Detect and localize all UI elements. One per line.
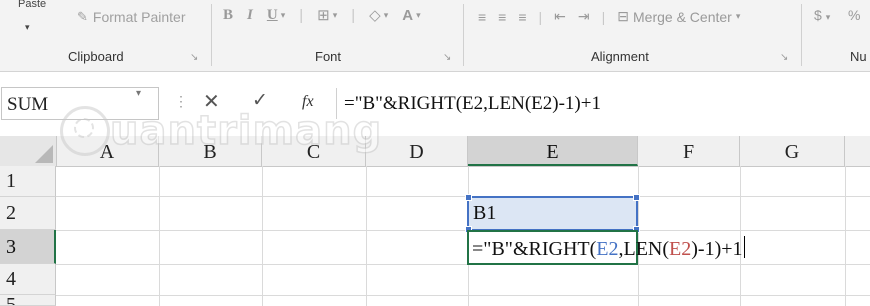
gridline [56, 230, 870, 231]
format-painter-label: Format Painter [92, 9, 186, 25]
align-center-icon[interactable]: ≡ [498, 9, 506, 25]
italic-button[interactable]: I [247, 7, 253, 24]
column-header-f[interactable]: F [638, 136, 740, 166]
group-label-number: Nu [850, 49, 867, 64]
currency-button[interactable]: $ ▾ [814, 7, 830, 23]
font-color-icon: A [402, 6, 414, 24]
gridline [56, 196, 870, 197]
chevron-down-icon: ▾ [416, 9, 421, 20]
ribbon-divider: | [351, 6, 356, 24]
alignment-buttons: ≡ ≡ ≡ | ⇤ ⇥ | ⊟ Merge & Center ▾ [478, 8, 740, 25]
ribbon-divider: | [299, 6, 304, 24]
align-left-icon[interactable]: ≡ [478, 9, 486, 25]
gridline [262, 166, 263, 306]
paste-dropdown-icon[interactable]: ▾ [25, 22, 30, 33]
chevron-down-icon: ▾ [383, 9, 389, 20]
gridline [56, 295, 870, 296]
merge-icon: ⊟ [617, 8, 629, 24]
formula-part: )-1)+1 [691, 238, 743, 260]
underline-label: U [266, 6, 278, 23]
gridline [159, 166, 160, 306]
dialog-launcher-icon[interactable]: ↘ [443, 52, 451, 63]
worksheet-grid: A B C D E F G 1 2 3 4 5 B1 ="B"&RIGHT(E2… [0, 136, 870, 306]
align-right-icon[interactable]: ≡ [518, 9, 526, 25]
ribbon-divider: | [538, 8, 543, 25]
group-label-alignment: Alignment [591, 49, 649, 64]
row-header-5[interactable]: 5 [0, 295, 56, 306]
row-header-3[interactable]: 3 [0, 230, 56, 264]
column-header-h[interactable] [845, 136, 870, 166]
bold-button[interactable]: B [223, 7, 233, 24]
borders-button[interactable]: ⊞ ▾ [317, 6, 337, 24]
increase-indent-icon[interactable]: ⇥ [578, 8, 590, 25]
dialog-launcher-icon[interactable]: ↘ [190, 52, 198, 63]
group-label-font: Font [315, 49, 342, 64]
group-label-clipboard: Clipboard [68, 49, 124, 64]
select-all-corner[interactable] [0, 136, 57, 166]
fill-color-button[interactable]: ◇ ▾ [369, 6, 388, 24]
column-header-e[interactable]: E [468, 136, 638, 166]
formula-reference: E2 [669, 238, 692, 260]
format-painter-button[interactable]: ✎ Format Painter [77, 9, 186, 25]
formula-part: ,LEN( [618, 238, 670, 260]
borders-icon: ⊞ [317, 7, 330, 24]
font-buttons: B I U ▾ | ⊞ ▾ | ◇ ▾ A ▾ [223, 6, 421, 25]
range-handle[interactable] [465, 194, 472, 201]
merge-center-button[interactable]: ⊟ Merge & Center ▾ [617, 8, 740, 25]
decrease-indent-icon[interactable]: ⇤ [554, 8, 566, 25]
row-header-4[interactable]: 4 [0, 264, 56, 295]
column-header-g[interactable]: G [740, 136, 845, 166]
percent-button[interactable]: % [848, 7, 860, 23]
currency-symbol: $ [814, 7, 822, 23]
chevron-down-icon: ▾ [825, 12, 831, 22]
ribbon-divider [801, 4, 802, 66]
select-all-icon [35, 145, 53, 163]
ribbon-divider: | [601, 8, 606, 25]
underline-button[interactable]: U ▾ [267, 7, 285, 24]
formula-part: ="B"&RIGHT( [472, 238, 597, 260]
ribbon: Paste ▾ ✎ Format Painter B I U ▾ | ⊞ ▾ |… [0, 0, 870, 72]
chevron-down-icon: ▾ [332, 9, 338, 20]
ribbon-divider [211, 4, 212, 66]
paste-button[interactable]: Paste [18, 0, 46, 10]
cell-e2[interactable]: B1 [473, 202, 496, 225]
chevron-down-icon: ▾ [280, 9, 286, 20]
gridline [56, 264, 870, 265]
font-color-button[interactable]: A ▾ [402, 7, 420, 24]
fill-color-icon: ◇ [369, 7, 381, 24]
format-painter-icon: ✎ [77, 9, 88, 24]
merge-center-label: Merge & Center [633, 8, 732, 25]
dialog-launcher-icon[interactable]: ↘ [780, 52, 788, 63]
row-header-1[interactable]: 1 [0, 166, 56, 197]
ribbon-divider [463, 4, 464, 66]
chevron-down-icon: ▾ [735, 11, 741, 21]
watermark-logo: uantrimang [60, 106, 382, 156]
gridline [845, 166, 846, 306]
text-caret [743, 236, 745, 258]
gridline [366, 166, 367, 306]
chevron-down-icon[interactable]: ▾ [136, 88, 141, 99]
row-header-2[interactable]: 2 [0, 197, 56, 230]
range-handle[interactable] [633, 194, 640, 201]
watermark-text: uantrimang [109, 108, 383, 154]
formula-input[interactable]: ="B"&RIGHT(E2,LEN(E2)-1)+1 [344, 87, 870, 120]
cell-e3-editor[interactable]: ="B"&RIGHT(E2,LEN(E2)-1)+1 [472, 236, 745, 261]
watermark-bulb-icon [60, 106, 110, 156]
formula-reference: E2 [596, 238, 619, 260]
